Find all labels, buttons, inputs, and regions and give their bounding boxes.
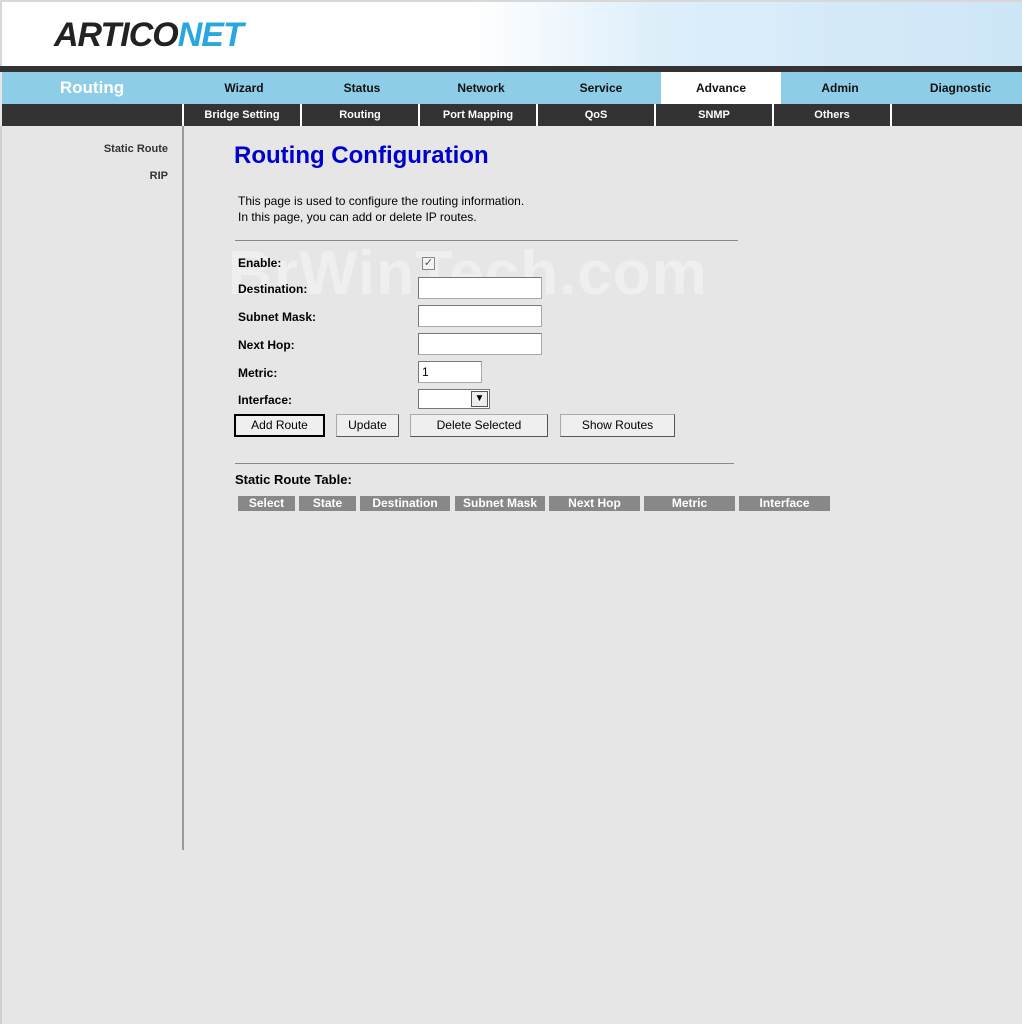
static-route-table-title: Static Route Table: — [235, 472, 352, 487]
tab-status[interactable]: Status — [303, 72, 421, 104]
column-header-metric: Metric — [644, 496, 735, 511]
add-route-button[interactable]: Add Route — [234, 414, 325, 437]
destination-input[interactable] — [418, 277, 542, 299]
metric-label: Metric: — [238, 366, 278, 380]
show-routes-button[interactable]: Show Routes — [560, 414, 675, 437]
metric-input[interactable]: 1 — [418, 361, 482, 383]
tab-advance[interactable]: Advance — [661, 72, 781, 104]
destination-label: Destination: — [238, 282, 308, 296]
enable-label: Enable: — [238, 256, 282, 270]
tab-admin[interactable]: Admin — [781, 72, 899, 104]
divider — [235, 240, 738, 241]
tab-network[interactable]: Network — [421, 72, 541, 104]
column-header-select: Select — [238, 496, 295, 511]
subtab-qos[interactable]: QoS — [536, 104, 654, 126]
update-button[interactable]: Update — [336, 414, 399, 437]
subtab-snmp[interactable]: SNMP — [654, 104, 772, 126]
sidebar-item-static-route[interactable]: Static Route — [104, 143, 168, 155]
enable-checkbox[interactable]: ✓ — [422, 257, 435, 270]
column-header-next-hop: Next Hop — [549, 496, 640, 511]
sidebar-item-rip[interactable]: RIP — [150, 170, 168, 182]
sub-nav: Bridge Setting Routing Port Mapping QoS … — [2, 104, 1022, 126]
divider-2 — [235, 463, 734, 464]
description-line-2: In this page, you can add or delete IP r… — [238, 210, 477, 224]
subnet-mask-label: Subnet Mask: — [238, 310, 317, 324]
next-hop-label: Next Hop: — [238, 338, 295, 352]
next-hop-input[interactable] — [418, 333, 542, 355]
logo: ARTICONET — [54, 16, 244, 54]
subtab-others[interactable]: Others — [772, 104, 892, 126]
subtab-port-mapping[interactable]: Port Mapping — [418, 104, 536, 126]
header: ARTICONET — [0, 0, 1022, 70]
sidebar: Static Route RIP — [2, 126, 184, 850]
description-line-1: This page is used to configure the routi… — [238, 194, 525, 208]
interface-label: Interface: — [238, 393, 293, 407]
top-nav: Routing Wizard Status Network Service Ad… — [2, 72, 1022, 104]
delete-selected-button[interactable]: Delete Selected — [410, 414, 548, 437]
column-header-state: State — [299, 496, 356, 511]
tab-diagnostic[interactable]: Diagnostic — [899, 72, 1022, 104]
page-title: Routing Configuration — [234, 142, 489, 169]
subnet-mask-input[interactable] — [418, 305, 542, 327]
column-header-subnet-mask: Subnet Mask — [455, 496, 545, 511]
tab-service[interactable]: Service — [541, 72, 661, 104]
subtab-routing[interactable]: Routing — [300, 104, 418, 126]
column-header-destination: Destination — [360, 496, 450, 511]
chevron-down-icon[interactable]: ▼ — [471, 391, 488, 407]
column-header-interface: Interface — [739, 496, 830, 511]
tab-wizard[interactable]: Wizard — [185, 72, 303, 104]
check-icon: ✓ — [423, 257, 434, 269]
header-graphic — [472, 2, 1022, 70]
section-title: Routing — [59, 78, 125, 97]
interface-select[interactable]: ▼ — [418, 389, 490, 409]
subtab-bridge-setting[interactable]: Bridge Setting — [182, 104, 300, 126]
